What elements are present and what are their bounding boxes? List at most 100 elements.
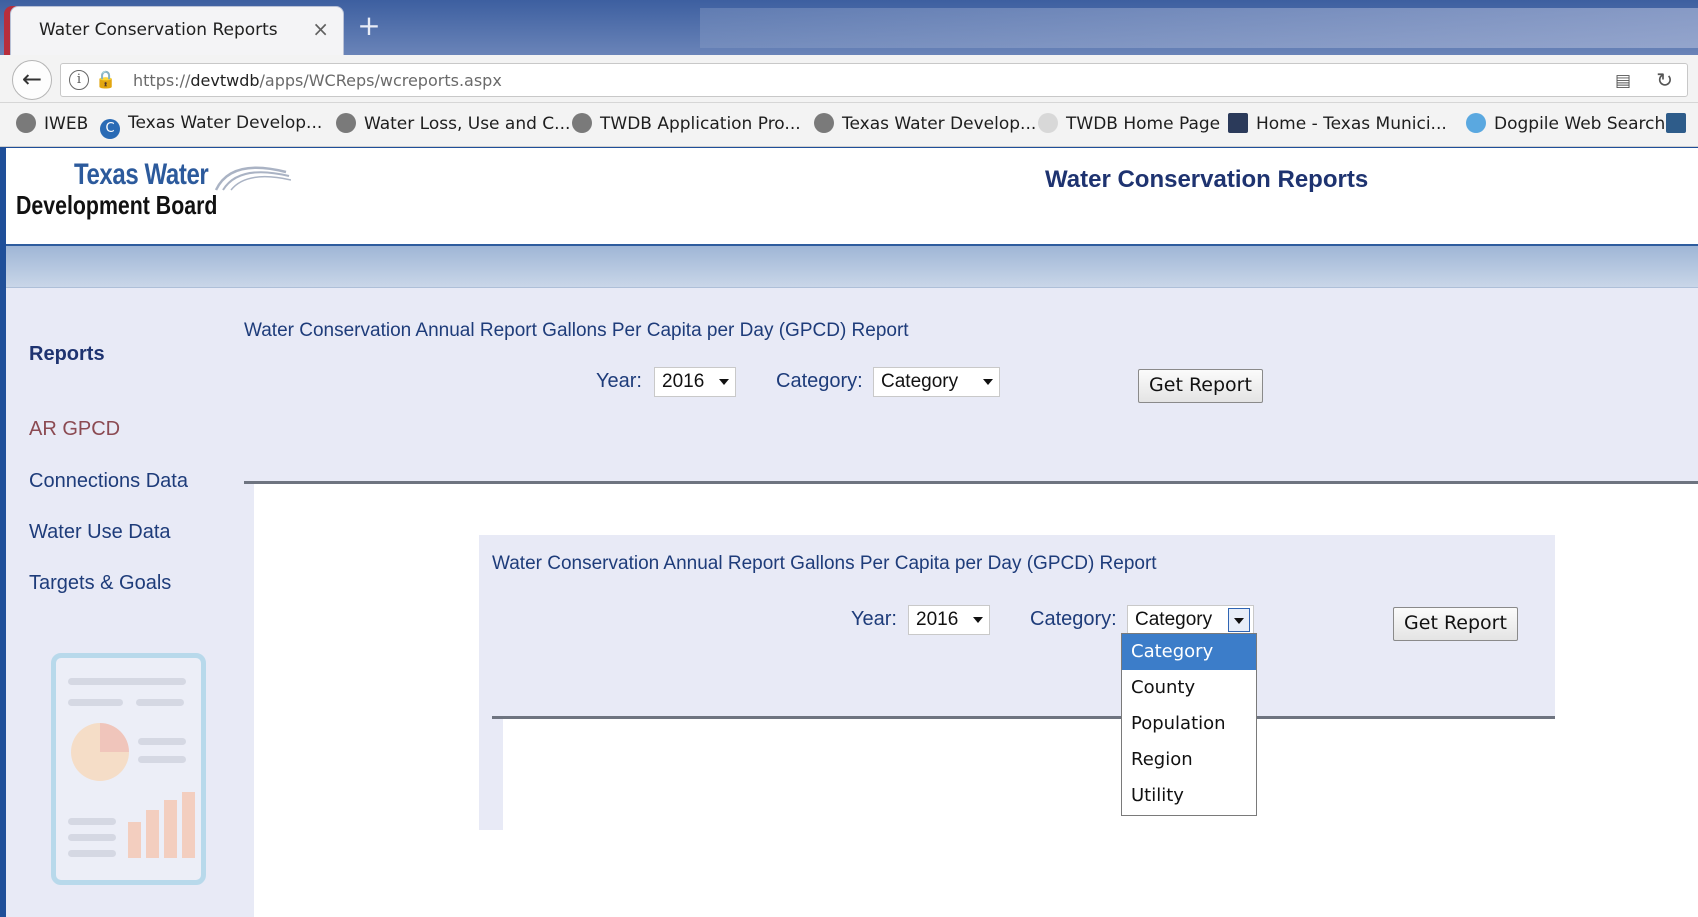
year-select-value: 2016 <box>662 371 705 392</box>
chevron-down-icon <box>973 617 983 623</box>
option-region[interactable]: Region <box>1122 742 1256 778</box>
category-dropdown-list: Category County Population Region Utilit… <box>1121 633 1257 816</box>
browser-window: Water Conservation Reports × + ← i 🔒 htt… <box>0 0 1698 917</box>
url-prefix: https:// <box>133 71 191 90</box>
page-header: Texas Water Development Board Water Cons… <box>6 148 1698 244</box>
info-icon[interactable]: i <box>69 70 89 90</box>
bookmark-label: IWEB <box>44 114 89 134</box>
report-line <box>68 834 116 841</box>
year-label: Year: <box>596 370 642 392</box>
url-text[interactable]: https://devtwdb/apps/WCReps/wcreports.as… <box>133 71 502 90</box>
preview-category-label: Category: <box>1030 608 1117 630</box>
bookmark-dogpile[interactable]: Dogpile Web Search <box>1466 113 1665 134</box>
building-icon <box>1228 113 1248 133</box>
tab-title: Water Conservation Reports <box>39 20 278 40</box>
bookmark-label: Water Loss, Use and C... <box>364 114 571 134</box>
bookmark-label: TWDB Home Page <box>1066 114 1221 134</box>
report-line <box>68 678 186 685</box>
category-label: Category: <box>776 370 863 392</box>
globe-icon <box>336 113 356 133</box>
report-line <box>138 756 186 763</box>
get-report-button[interactable]: Get Report <box>1138 369 1263 403</box>
bar-chart-bar <box>182 792 195 858</box>
close-icon[interactable]: × <box>312 17 329 41</box>
new-tab-icon[interactable]: + <box>352 8 386 44</box>
bookmark-twdb-home[interactable]: TWDB Home Page <box>1038 113 1220 134</box>
bookmark-overflow[interactable] <box>1666 113 1694 134</box>
report-line <box>138 738 186 745</box>
url-domain: devtwdb <box>190 71 260 90</box>
sidebar-item-targets-goals[interactable]: Targets & Goals <box>29 572 171 595</box>
bookmark-label: Home - Texas Munici... <box>1256 114 1447 134</box>
tab-water-conservation-reports[interactable]: Water Conservation Reports × <box>10 6 344 55</box>
report-line <box>136 699 184 706</box>
bookmark-texas-water-develop-2[interactable]: Texas Water Develop... <box>814 113 1036 134</box>
option-county[interactable]: County <box>1122 670 1256 706</box>
bar-chart-bar <box>128 822 141 858</box>
preview-output-area <box>503 719 1555 830</box>
tab-strip-background <box>700 8 1698 48</box>
preview-year-label: Year: <box>851 608 897 630</box>
bar-chart-bar <box>164 800 177 858</box>
report-heading: Water Conservation Annual Report Gallons… <box>244 320 909 341</box>
site-title: Water Conservation Reports <box>1045 166 1369 193</box>
year-select[interactable]: 2016 <box>654 367 736 397</box>
bookmark-label: Texas Water Develop... <box>842 114 1037 134</box>
preview-get-report-button[interactable]: Get Report <box>1393 607 1518 641</box>
chevron-down-icon <box>983 379 993 385</box>
bookmark-texas-municipal[interactable]: Home - Texas Munici... <box>1228 113 1447 134</box>
report-line <box>68 850 116 857</box>
web-page: Texas Water Development Board Water Cons… <box>6 148 1698 917</box>
option-category[interactable]: Category <box>1122 634 1256 670</box>
globe-icon <box>16 113 36 133</box>
reload-icon[interactable]: ↻ <box>1656 68 1673 92</box>
swoosh-icon <box>1038 113 1058 133</box>
bookmark-texas-water-develop-1[interactable]: C Texas Water Develop... <box>100 113 322 139</box>
pie-chart-icon <box>71 723 129 781</box>
reader-view-icon[interactable]: ▤ <box>1615 71 1631 91</box>
chevron-down-icon <box>719 379 729 385</box>
tab-strip: Water Conservation Reports × + <box>0 0 1698 55</box>
bookmark-label: TWDB Application Pro... <box>600 114 801 134</box>
back-arrow-icon[interactable]: ← <box>12 60 52 100</box>
header-band <box>6 244 1698 288</box>
bookmark-water-loss[interactable]: Water Loss, Use and C... <box>336 113 570 134</box>
category-select-value: Category <box>881 371 959 392</box>
logo-text-top: Texas Water <box>74 158 209 191</box>
bookmark-twdb-application[interactable]: TWDB Application Pro... <box>572 113 801 134</box>
sidebar-title: Reports <box>29 343 105 365</box>
preview-report-heading: Water Conservation Annual Report Gallons… <box>492 553 1157 574</box>
sidebar-item-water-use-data[interactable]: Water Use Data <box>29 521 171 544</box>
c-logo-icon: C <box>100 119 120 139</box>
dropdown-toggle-icon[interactable] <box>1228 608 1250 632</box>
bookmark-label: Dogpile Web Search <box>1494 114 1666 134</box>
category-select[interactable]: Category <box>873 367 1000 397</box>
report-line <box>68 699 123 706</box>
bookmark-iweb[interactable]: IWEB <box>16 113 88 134</box>
url-bar[interactable]: i 🔒 https://devtwdb/apps/WCReps/wcreport… <box>60 63 1688 97</box>
bookmarks-bar: IWEB C Texas Water Develop... Water Loss,… <box>0 103 1698 147</box>
logo-swoosh-icon <box>214 166 291 191</box>
preview-category-value: Category <box>1135 609 1213 630</box>
bookmark-label: Texas Water Develop... <box>128 113 323 133</box>
report-preview-panel: Water Conservation Annual Report Gallons… <box>479 535 1555 830</box>
sidebar-item-ar-gpcd[interactable]: AR GPCD <box>29 418 120 441</box>
bar-chart-bar <box>146 810 159 858</box>
chevron-down-icon <box>1234 618 1244 624</box>
preview-year-value: 2016 <box>916 609 959 630</box>
report-illustration-icon <box>51 653 206 885</box>
preview-category-select[interactable]: Category <box>1127 605 1254 635</box>
report-line <box>68 818 116 825</box>
preview-year-select[interactable]: 2016 <box>908 605 990 635</box>
dogpile-icon <box>1466 113 1486 133</box>
globe-icon <box>572 113 592 133</box>
sidebar-item-connections-data[interactable]: Connections Data <box>29 470 188 493</box>
image-icon <box>1666 113 1686 133</box>
logo-text-bottom: Development Board <box>16 190 218 220</box>
option-utility[interactable]: Utility <box>1122 778 1256 814</box>
globe-icon <box>814 113 834 133</box>
navigation-bar: ← i 🔒 https://devtwdb/apps/WCReps/wcrepo… <box>0 55 1698 103</box>
warning-lock-icon[interactable]: 🔒 <box>95 70 116 90</box>
option-population[interactable]: Population <box>1122 706 1256 742</box>
url-path: /apps/WCReps/wcreports.aspx <box>259 71 502 90</box>
